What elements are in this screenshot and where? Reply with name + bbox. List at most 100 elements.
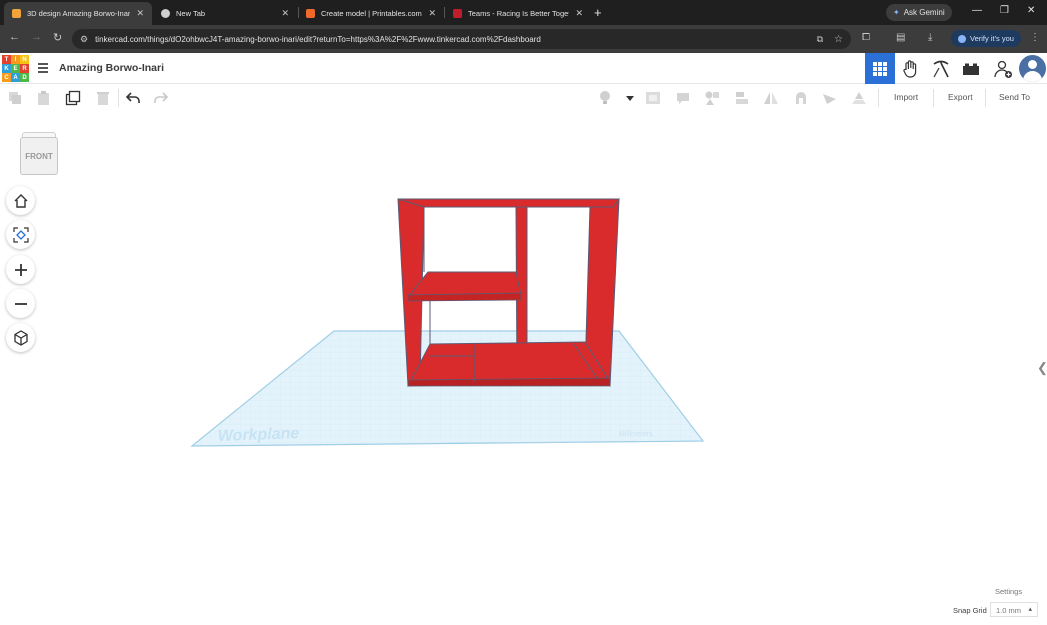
- view-cube-front-face[interactable]: FRONT: [20, 137, 58, 175]
- shelf-vertical-divider[interactable]: [515, 206, 528, 384]
- design-menu-icon[interactable]: [38, 63, 48, 73]
- delete-button[interactable]: [95, 90, 111, 106]
- mirror-button[interactable]: [763, 90, 779, 106]
- teams-favicon-icon: [453, 9, 462, 18]
- duplicate-button[interactable]: [65, 90, 81, 106]
- download-icon[interactable]: ⤓: [928, 32, 932, 43]
- chrome-menu-icon[interactable]: ⋮: [1030, 32, 1040, 43]
- site-info-icon[interactable]: ⚙: [80, 34, 88, 45]
- export-button[interactable]: Export: [948, 92, 973, 102]
- design-title[interactable]: Amazing Borwo-Inari: [59, 62, 164, 74]
- minimize-icon[interactable]: —: [972, 5, 982, 16]
- collapse-panel-chevron-icon[interactable]: ❮: [1037, 360, 1047, 376]
- ask-gemini-button[interactable]: ✦ Ask Gemini: [886, 4, 952, 21]
- copy-button[interactable]: [7, 90, 23, 106]
- send-to-button[interactable]: Send To: [999, 92, 1030, 102]
- invite-user-button[interactable]: [988, 53, 1018, 84]
- shelf-model[interactable]: [397, 198, 620, 387]
- avatar-body-shape: [1023, 71, 1042, 82]
- shape-note-button[interactable]: [645, 90, 661, 106]
- address-bar[interactable]: ⚙ tinkercad.com/things/dO2ohbwcJ4T-amazi…: [72, 29, 851, 49]
- cruise-button[interactable]: [793, 90, 809, 106]
- shelf-bottom-front-edge[interactable]: [407, 377, 611, 387]
- light-dropdown-caret[interactable]: [622, 90, 638, 106]
- close-tab-icon[interactable]: ✕: [281, 8, 289, 19]
- scene-canvas: Workplane Millimeters: [190, 198, 705, 447]
- logo-letter: R: [20, 64, 29, 73]
- zoom-in-button[interactable]: [6, 255, 35, 284]
- user-avatar[interactable]: [1019, 55, 1046, 82]
- tab-printables[interactable]: Create model | Printables.com ✕: [298, 2, 444, 25]
- shelf-top-panel[interactable]: [397, 198, 620, 208]
- reading-mode-icon[interactable]: ▤: [896, 32, 905, 43]
- ask-gemini-label: Ask Gemini: [903, 8, 945, 17]
- close-window-icon[interactable]: ✕: [1027, 5, 1035, 16]
- close-tab-icon[interactable]: ✕: [428, 8, 436, 19]
- comment-button[interactable]: [675, 90, 691, 106]
- 3d-view-grid-button[interactable]: [865, 53, 895, 84]
- shelf-bottom-floor[interactable]: [407, 341, 611, 387]
- settings-button[interactable]: Settings: [995, 587, 1022, 596]
- align-button[interactable]: [734, 90, 750, 106]
- undo-arrow-icon: [125, 92, 140, 103]
- paste-icon: [38, 91, 49, 105]
- toolbar-divider: [878, 89, 879, 107]
- redo-arrow-icon: [154, 92, 169, 103]
- tab-tinkercad[interactable]: 3D design Amazing Borwo-Inar ✕: [4, 2, 152, 25]
- home-icon: [14, 193, 27, 208]
- toolbar-divider: [933, 89, 934, 107]
- forward-arrow-icon[interactable]: →: [31, 31, 42, 43]
- align-icon: [736, 92, 748, 104]
- tab-title: 3D design Amazing Borwo-Inar: [27, 9, 131, 18]
- home-view-button[interactable]: [6, 186, 35, 215]
- zoom-out-button[interactable]: [6, 289, 35, 318]
- logo-letter: E: [11, 64, 20, 73]
- codeblocks-button[interactable]: [896, 53, 926, 84]
- logo-letter: I: [11, 55, 20, 64]
- view-cube[interactable]: FRONT: [19, 132, 59, 176]
- workplane-label: Workplane: [218, 425, 300, 445]
- bookmark-star-icon[interactable]: ☆: [834, 34, 843, 45]
- shelf-left-wall[interactable]: [397, 198, 425, 387]
- tab-new-tab[interactable]: New Tab ✕: [153, 2, 297, 25]
- mirror-icon: [764, 92, 778, 104]
- fit-view-button[interactable]: [6, 220, 35, 249]
- avatar-head-shape: [1028, 60, 1037, 69]
- logo-letter: C: [2, 73, 11, 82]
- close-tab-icon[interactable]: ✕: [575, 8, 583, 19]
- extensions-icon[interactable]: ⧠: [862, 32, 870, 43]
- simulation-button[interactable]: [926, 53, 956, 84]
- workplane-grid[interactable]: [190, 330, 705, 447]
- undo-button[interactable]: [125, 90, 141, 106]
- install-app-icon[interactable]: ⧉: [817, 34, 823, 45]
- ruler-button[interactable]: [822, 90, 838, 106]
- shelf-middle-board-front[interactable]: [407, 292, 522, 302]
- redo-button[interactable]: [153, 90, 169, 106]
- verify-label: Verify it's you: [970, 34, 1014, 43]
- verify-profile-button[interactable]: Verify it's you: [951, 30, 1021, 47]
- new-tab-plus-icon[interactable]: +: [594, 5, 602, 20]
- lightbulb-icon: [600, 91, 610, 104]
- import-button[interactable]: Import: [894, 92, 918, 102]
- tinkercad-logo[interactable]: T I N K E R C A D: [2, 55, 29, 82]
- reload-icon[interactable]: ↻: [53, 31, 62, 44]
- plus-icon: [14, 263, 27, 276]
- 3d-viewport[interactable]: FRONT Workplane Millimeters ❮ Settings S…: [0, 112, 1047, 625]
- url-text: tinkercad.com/things/dO2ohbwcJ4T-amazing…: [95, 34, 541, 44]
- close-tab-icon[interactable]: ✕: [136, 8, 144, 19]
- shelf-right-wall[interactable]: [584, 198, 620, 387]
- snap-grid-select[interactable]: 1.0 mm ▴: [990, 602, 1038, 617]
- cube-icon: [13, 329, 28, 346]
- show-all-button[interactable]: [704, 90, 720, 106]
- ortho-view-button[interactable]: [6, 323, 35, 352]
- logo-letter: N: [20, 55, 29, 64]
- grid-icon: [873, 61, 887, 76]
- workplane-button[interactable]: [851, 90, 867, 106]
- tab-teams[interactable]: Teams - Racing Is Better Togeth ✕: [445, 2, 591, 25]
- shelf-middle-board[interactable]: [406, 271, 522, 298]
- paste-button[interactable]: [36, 90, 52, 106]
- bricks-button[interactable]: [956, 53, 986, 84]
- back-arrow-icon[interactable]: ←: [9, 31, 20, 43]
- light-bulb-button[interactable]: [597, 90, 613, 106]
- restore-icon[interactable]: ❐: [1000, 5, 1009, 16]
